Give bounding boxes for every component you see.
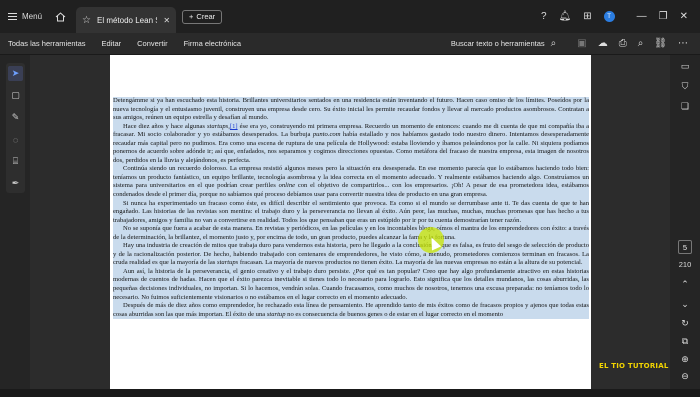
paragraph[interactable]: Hay una industria de creación de mitos q… <box>113 242 589 268</box>
paragraph-text: Detengámme si ya han escuchado esta hist… <box>113 97 589 122</box>
create-button[interactable]: + Crear <box>182 9 223 24</box>
lasso-draw-icon[interactable]: ◌ <box>8 132 23 147</box>
copy-icon[interactable]: ⧉ <box>679 335 691 347</box>
menu-all-tools[interactable]: Todas las herramientas <box>0 39 94 48</box>
search-ai-icon[interactable]: ⌕ <box>638 38 644 49</box>
avatar-initial: T <box>607 13 611 20</box>
page-text[interactable]: Detengámme si ya han escuchado esta hist… <box>113 97 589 320</box>
watermark: EL TIO TUTORIAL <box>599 362 669 370</box>
star-icon[interactable]: ☆ <box>82 15 91 26</box>
apps-grid-icon[interactable]: ⊞ <box>583 11 591 22</box>
hamburger-icon <box>8 13 17 20</box>
home-icon <box>55 11 65 21</box>
paragraph[interactable]: Aun así, la historia de la perseverancia… <box>113 267 589 303</box>
plus-icon: + <box>189 12 194 21</box>
italic-text: punto.com <box>312 131 341 139</box>
paragraph[interactable]: Si nunca ha experimentado un fracaso com… <box>113 199 589 226</box>
search-label: Buscar texto o herramientas <box>450 39 545 48</box>
menu-edit[interactable]: Editar <box>94 39 130 48</box>
home-button[interactable] <box>50 0 70 33</box>
quick-tools: ➤ ▢ ✎ ◌ ⌸ ✒ <box>6 63 25 193</box>
paragraph-text: Si nunca ha experimentado un fracaso com… <box>113 199 589 224</box>
italic-text: startups <box>217 259 239 267</box>
create-label: Crear <box>196 12 216 21</box>
paragraph[interactable]: No se suponía que fuera a acabar de esta… <box>113 225 589 243</box>
zoom-out-icon[interactable]: ⊖ <box>679 370 691 382</box>
chevron-down-icon[interactable]: ⌄ <box>679 298 691 310</box>
text-box-icon[interactable]: ⌸ <box>8 154 23 169</box>
left-tool-rail: ➤ ▢ ✎ ◌ ⌸ ✒ <box>0 55 30 389</box>
more-icon[interactable]: ⋯ <box>678 38 688 49</box>
paragraph-text: Aun así, la historia de la perseverancia… <box>113 267 589 301</box>
chevron-up-icon[interactable]: ⌃ <box>679 278 691 290</box>
title-bar: Menú ☆ El método Lean Star... ✕ + Crear … <box>0 0 700 33</box>
paragraph-text: Hace diez años y hace algunas <box>123 122 207 130</box>
paragraph-text: fracasan. La mayoría de nuevos productos… <box>238 259 583 267</box>
menu-button[interactable]: Menú <box>0 0 50 33</box>
italic-text: startup <box>266 310 286 318</box>
bell-icon[interactable]: 🔔︎ <box>559 11 572 22</box>
pages-icon[interactable]: ❏ <box>679 100 691 112</box>
select-cursor-icon[interactable]: ➤ <box>8 66 23 81</box>
zoom-in-icon[interactable]: ⊕ <box>679 353 691 365</box>
close-tab-icon[interactable]: ✕ <box>163 16 170 25</box>
pdf-page[interactable]: Detengámme si ya han escuchado esta hist… <box>110 55 591 389</box>
save-icon[interactable]: ▣ <box>577 38 586 49</box>
paragraph-text: no es consecuencia de buenos genes o de … <box>285 310 504 318</box>
help-icon[interactable]: ? <box>541 11 547 22</box>
menu-convert[interactable]: Convertir <box>129 39 175 48</box>
document-canvas[interactable]: Detengámme si ya han escuchado esta hist… <box>30 55 670 389</box>
refresh-icon[interactable]: ↻ <box>679 317 691 329</box>
paragraph[interactable]: Continúa siendo un recuerdo doloroso. La… <box>113 165 589 200</box>
italic-text: startups <box>206 122 229 130</box>
document-tab[interactable]: ☆ El método Lean Star... ✕ <box>76 7 177 33</box>
menu-label: Menú <box>22 12 43 21</box>
comment-panel-icon[interactable]: ▭ <box>679 60 691 72</box>
paragraph[interactable]: Después de más de diez años como emprend… <box>113 302 589 320</box>
paragraph[interactable]: Hace diez años y hace algunas startups,[… <box>113 122 589 166</box>
add-comment-icon[interactable]: ▢ <box>8 88 23 103</box>
footnote-link[interactable]: [1] <box>230 123 238 130</box>
paragraph[interactable]: Detengámme si ya han escuchado esta hist… <box>113 97 589 123</box>
close-window-icon[interactable]: ✕ <box>680 11 688 22</box>
upload-cloud-icon[interactable]: ☁ <box>598 38 608 49</box>
link-icon[interactable]: ⛓ <box>654 38 667 49</box>
bookmark-icon[interactable]: ⛉ <box>679 80 691 92</box>
search-tools[interactable]: Buscar texto o herramientas ⌕ <box>451 38 556 49</box>
italic-text: online <box>278 182 296 190</box>
avatar[interactable]: T <box>603 11 615 22</box>
main-toolbar: Todas las herramientas Editar Convertir … <box>0 33 700 55</box>
tab-title: El método Lean Star... <box>96 15 157 25</box>
total-pages: 210 <box>678 260 692 269</box>
highlight-pen-icon[interactable]: ✎ <box>8 110 23 125</box>
right-tool-rail: ▭ ⛉ ❏ 5 210 ⌃ ⌄ ↻ ⧉ ⊕ ⊖ <box>670 55 700 389</box>
print-icon[interactable]: ⎙ <box>619 38 627 49</box>
minimize-icon[interactable]: — <box>637 11 647 22</box>
paragraph-text: No se suponía que fuera a acabar de esta… <box>113 225 589 241</box>
current-page-input[interactable]: 5 <box>678 240 692 254</box>
sign-icon[interactable]: ✒ <box>8 176 23 191</box>
restore-icon[interactable]: ❐ <box>659 11 668 22</box>
menu-esign[interactable]: Firma electrónica <box>176 39 250 48</box>
search-icon: ⌕ <box>550 38 557 49</box>
bottom-bar <box>0 389 700 397</box>
